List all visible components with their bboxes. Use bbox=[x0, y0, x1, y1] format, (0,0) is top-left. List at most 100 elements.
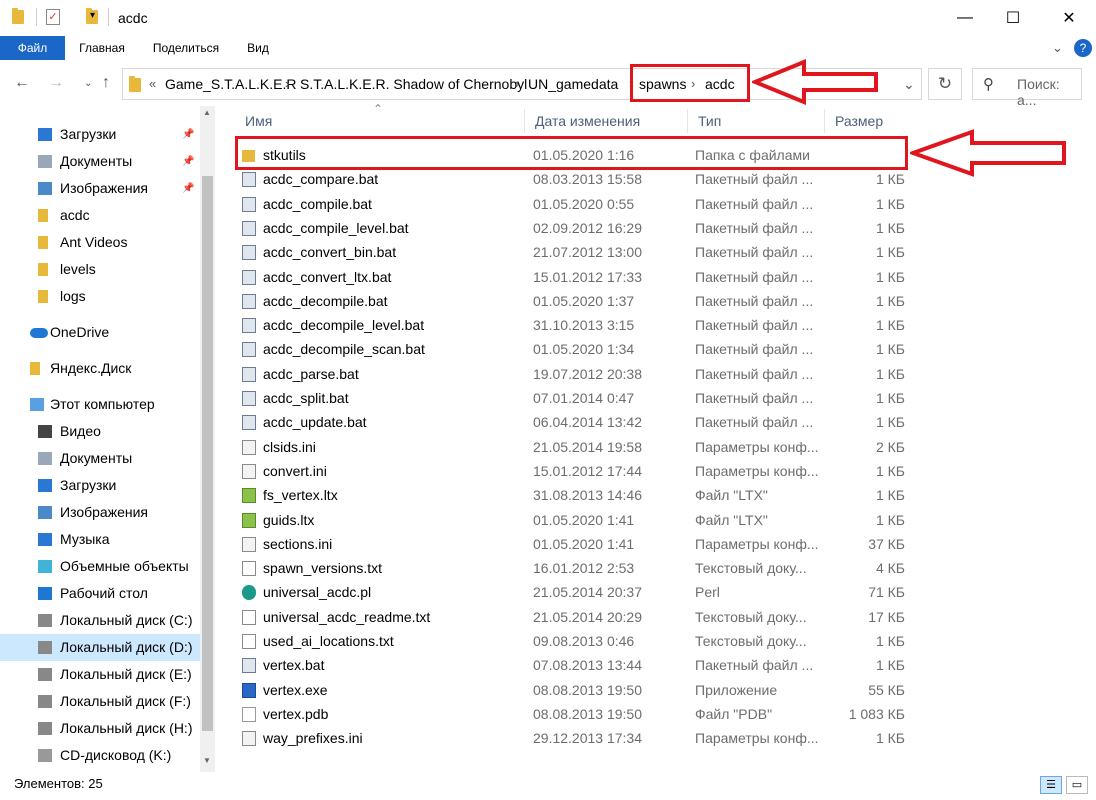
expand-ribbon-icon[interactable]: ⌄ bbox=[1052, 40, 1063, 56]
nav-item-17[interactable]: Локальный диск (C:) bbox=[0, 607, 200, 634]
batch-file-icon bbox=[242, 391, 256, 406]
close-button[interactable]: ✕ bbox=[1046, 0, 1092, 36]
file-row[interactable]: fs_vertex.ltx 31.08.2013 14:46 Файл "LTX" 1… bbox=[235, 483, 1096, 507]
nav-item-label: Объемные объекты bbox=[60, 558, 189, 574]
file-size: 1 КБ bbox=[875, 268, 905, 285]
large-icons-view-icon[interactable]: ▭ bbox=[1066, 776, 1088, 794]
overflow-chevron[interactable]: « bbox=[149, 69, 156, 99]
nav-item-label: Документы bbox=[60, 450, 133, 466]
tab-file[interactable]: Файл bbox=[0, 36, 65, 60]
file-row[interactable]: universal_acdc_readme.txt 21.05.2014 20:2… bbox=[235, 605, 1096, 629]
column-header-name[interactable]: Имя bbox=[235, 109, 525, 133]
column-header-date[interactable]: Дата изменения bbox=[525, 109, 688, 133]
file-date: 02.09.2012 16:29 bbox=[533, 219, 642, 236]
nav-item-10[interactable]: Видео bbox=[0, 418, 200, 445]
nav-item-label: CD-дисковод (K:) bbox=[60, 747, 172, 763]
file-row[interactable]: convert.ini 15.01.2012 17:44 Параметры кон… bbox=[235, 459, 1096, 483]
file-type: Параметры конф... bbox=[695, 535, 819, 552]
scroll-up-icon[interactable]: ▲ bbox=[203, 108, 211, 117]
file-row[interactable]: clsids.ini 21.05.2014 19:58 Параметры конф… bbox=[235, 435, 1096, 459]
file-row[interactable]: acdc_compile_level.bat 02.09.2012 16:29 Па… bbox=[235, 216, 1096, 240]
nav-item-8[interactable]: Яндекс.Диск bbox=[0, 355, 200, 382]
file-row[interactable]: acdc_decompile_level.bat 31.10.2013 3:15 П… bbox=[235, 313, 1096, 337]
file-row[interactable]: acdc_update.bat 06.04.2014 13:42 Пакетный … bbox=[235, 410, 1096, 434]
divider bbox=[36, 8, 37, 26]
nav-item-9[interactable]: Этот компьютер bbox=[0, 391, 200, 418]
file-row[interactable]: acdc_compile.bat 01.05.2020 0:55 Пакетный … bbox=[235, 192, 1096, 216]
desktop-icon bbox=[38, 587, 52, 600]
file-row[interactable]: guids.ltx 01.05.2020 1:41 Файл "LTX" 1 КБ bbox=[235, 508, 1096, 532]
file-row[interactable]: vertex.pdb 08.08.2013 19:50 Файл "PDB" 1 08… bbox=[235, 702, 1096, 726]
scroll-down-icon[interactable]: ▼ bbox=[203, 756, 211, 765]
back-arrow-icon[interactable]: ← bbox=[14, 74, 30, 92]
nav-item-20[interactable]: Локальный диск (F:) bbox=[0, 688, 200, 715]
properties-icon[interactable]: ✓ bbox=[46, 9, 60, 25]
nav-item-5[interactable]: levels bbox=[0, 256, 200, 283]
file-row[interactable]: universal_acdc.pl 21.05.2014 20:37 Perl 71 … bbox=[235, 580, 1096, 604]
tab-share[interactable]: Поделиться bbox=[146, 36, 226, 60]
file-row[interactable]: acdc_parse.bat 19.07.2012 20:38 Пакетный ф… bbox=[235, 362, 1096, 386]
nav-item-3[interactable]: acdc bbox=[0, 202, 200, 229]
nav-item-2[interactable]: Изображения 📌 bbox=[0, 175, 200, 202]
nav-item-22[interactable]: CD-дисковод (K:) bbox=[0, 742, 200, 769]
tab-home[interactable]: Главная bbox=[70, 36, 134, 60]
breadcrumb-game[interactable]: Game_S.T.A.L.K.E.R bbox=[165, 69, 297, 99]
nav-item-13[interactable]: Изображения bbox=[0, 499, 200, 526]
breadcrumb-stalker[interactable]: S.T.A.L.K.E.R. Shadow of Chernobyl bbox=[300, 69, 527, 99]
file-row[interactable]: vertex.bat 07.08.2013 13:44 Пакетный файл … bbox=[235, 653, 1096, 677]
file-row[interactable]: acdc_convert_ltx.bat 15.01.2012 17:33 Паке… bbox=[235, 265, 1096, 289]
column-header-type[interactable]: Тип bbox=[688, 109, 825, 133]
annotation-arrow-stkutils bbox=[910, 129, 1066, 177]
nav-item-4[interactable]: Ant Videos bbox=[0, 229, 200, 256]
nav-item-19[interactable]: Локальный диск (E:) bbox=[0, 661, 200, 688]
nav-item-15[interactable]: Объемные объекты bbox=[0, 553, 200, 580]
file-size: 1 КБ bbox=[875, 244, 905, 261]
nav-item-14[interactable]: Музыка bbox=[0, 526, 200, 553]
nav-item-12[interactable]: Загрузки bbox=[0, 472, 200, 499]
file-date: 15.01.2012 17:33 bbox=[533, 268, 642, 285]
refresh-button[interactable]: ↻ bbox=[928, 68, 962, 100]
file-row[interactable]: acdc_split.bat 07.01.2014 0:47 Пакетный фа… bbox=[235, 386, 1096, 410]
file-row[interactable]: sections.ini 01.05.2020 1:41 Параметры кон… bbox=[235, 532, 1096, 556]
file-type: Пакетный файл ... bbox=[695, 365, 814, 382]
tab-view[interactable]: Вид bbox=[238, 36, 278, 60]
nav-item-0[interactable]: Загрузки 📌 bbox=[0, 121, 200, 148]
file-row[interactable]: acdc_decompile.bat 01.05.2020 1:37 Пакетны… bbox=[235, 289, 1096, 313]
nav-item-1[interactable]: Документы 📌 bbox=[0, 148, 200, 175]
file-type: Пакетный файл ... bbox=[695, 219, 814, 236]
maximize-button[interactable]: ☐ bbox=[990, 0, 1036, 36]
nav-item-7[interactable]: OneDrive bbox=[0, 319, 200, 346]
quick-access-dropdown-icon[interactable]: ▾ bbox=[90, 10, 95, 21]
file-row[interactable]: vertex.exe 08.08.2013 19:50 Приложение 55 К… bbox=[235, 678, 1096, 702]
nav-scrollbar[interactable]: ▲ ▼ bbox=[200, 106, 215, 772]
details-view-icon[interactable]: ☰ bbox=[1040, 776, 1062, 794]
nav-item-16[interactable]: Рабочий стол bbox=[0, 580, 200, 607]
forward-arrow-icon[interactable]: → bbox=[48, 74, 64, 92]
column-header-size[interactable]: Размер bbox=[825, 109, 915, 133]
file-name: acdc_update.bat bbox=[263, 414, 367, 431]
chevron-right-icon[interactable]: › bbox=[515, 69, 519, 99]
file-row[interactable]: acdc_convert_bin.bat 21.07.2012 13:00 Паке… bbox=[235, 240, 1096, 264]
file-name: used_ai_locations.txt bbox=[263, 633, 394, 649]
breadcrumb-un-gamedata[interactable]: UN_gamedata bbox=[528, 69, 618, 99]
file-row[interactable]: spawn_versions.txt 16.01.2012 2:53 Текстов… bbox=[235, 556, 1096, 580]
file-row[interactable]: used_ai_locations.txt 09.08.2013 0:46 Текс… bbox=[235, 629, 1096, 653]
up-arrow-icon[interactable]: ↑ bbox=[102, 74, 110, 92]
scrollbar-thumb[interactable] bbox=[202, 176, 213, 731]
file-row[interactable]: acdc_decompile_scan.bat 01.05.2020 1:34 Па… bbox=[235, 337, 1096, 361]
ltx-file-icon bbox=[242, 512, 256, 528]
file-row[interactable]: way_prefixes.ini 29.12.2013 17:34 Параметр… bbox=[235, 726, 1096, 750]
chevron-right-icon[interactable]: › bbox=[285, 69, 289, 99]
recent-locations-icon[interactable]: ⌄ bbox=[84, 78, 92, 89]
nav-item-11[interactable]: Документы bbox=[0, 445, 200, 472]
nav-item-21[interactable]: Локальный диск (H:) bbox=[0, 715, 200, 742]
file-date: 21.05.2014 20:29 bbox=[533, 608, 642, 625]
nav-item-18[interactable]: Локальный диск (D:) bbox=[0, 634, 200, 661]
search-input[interactable]: Поиск: а... bbox=[1017, 76, 1081, 108]
nav-item-6[interactable]: logs bbox=[0, 283, 200, 310]
search-box[interactable]: ⚲ Поиск: а... bbox=[972, 68, 1082, 108]
address-dropdown-icon[interactable]: ⌄ bbox=[903, 69, 915, 99]
file-type: Файл "LTX" bbox=[695, 511, 768, 528]
minimize-button[interactable]: — bbox=[942, 0, 988, 36]
help-button[interactable]: ? bbox=[1074, 39, 1092, 57]
